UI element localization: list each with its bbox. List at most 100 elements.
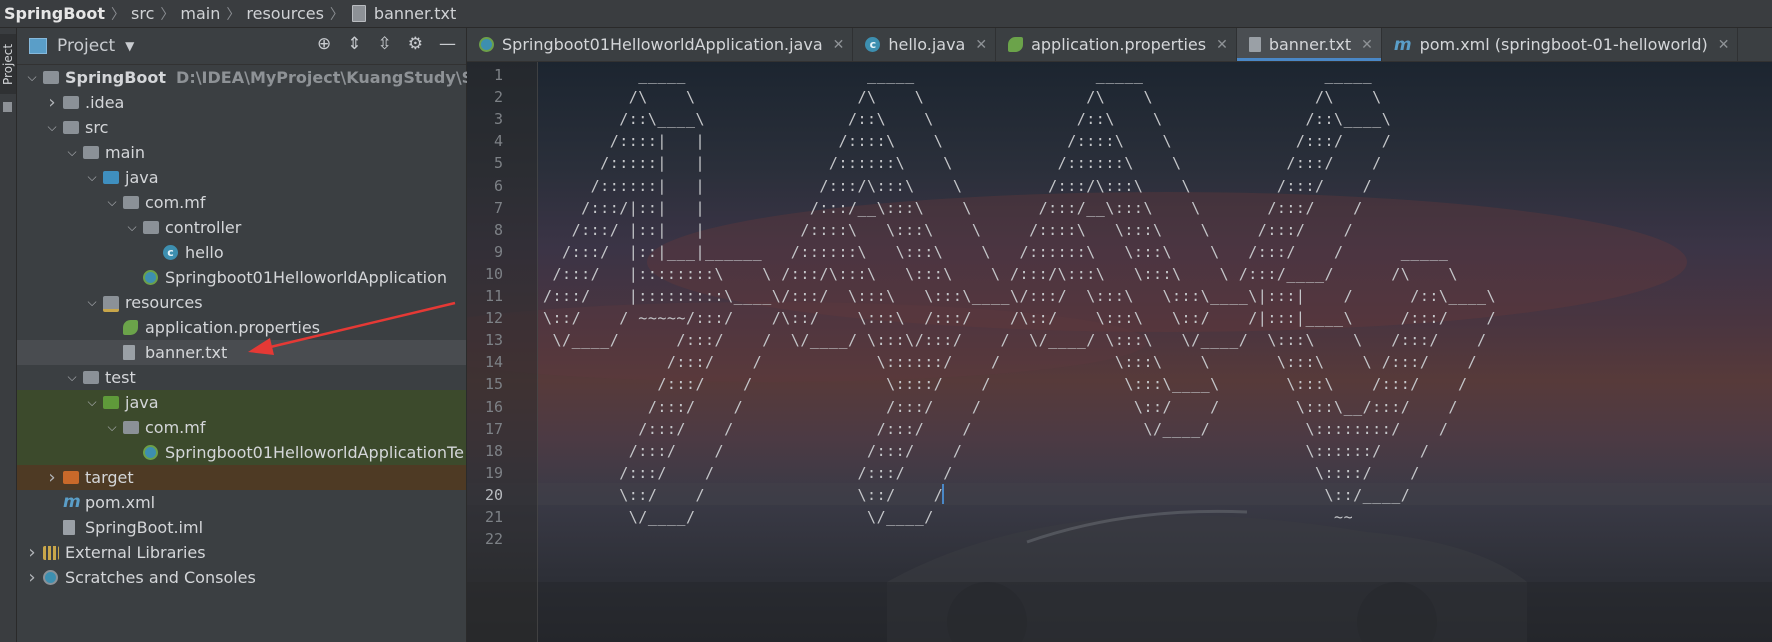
- close-tab-icon[interactable]: ✕: [1718, 37, 1730, 53]
- tree-item[interactable]: Springboot01HelloworldApplicationTe: [17, 440, 466, 465]
- tree-item[interactable]: › External Libraries: [17, 540, 466, 565]
- breadcrumb-file[interactable]: banner.txt: [370, 4, 460, 23]
- code-editor[interactable]: 1 2 3 4 5 6 7 8 9 10 11 12 13 14 15 16 17 18 19 20 21 22 ____…: [467, 62, 1772, 642]
- tree-item[interactable]: SpringBoot.iml: [17, 515, 466, 540]
- tree-item-text: SpringBoot: [65, 68, 167, 87]
- chevron-down-icon[interactable]: ⌵: [105, 415, 119, 440]
- text-file-icon: [1248, 37, 1261, 52]
- chevron-right-icon[interactable]: ›: [45, 90, 59, 115]
- breadcrumb-main[interactable]: main: [176, 4, 224, 23]
- breadcrumb-separator-icon: 〉: [160, 6, 175, 23]
- tree-item[interactable]: ⌵ resources: [17, 290, 466, 315]
- breadcrumb-src[interactable]: src: [127, 4, 158, 23]
- chevron-down-icon[interactable]: ⌵: [125, 215, 139, 240]
- close-tab-icon[interactable]: ✕: [975, 37, 987, 53]
- tree-item[interactable]: Springboot01HelloworldApplication: [17, 265, 466, 290]
- tree-item-text: java: [125, 393, 159, 412]
- tree-item-text: target: [85, 468, 134, 487]
- chevron-down-icon[interactable]: ⌵: [65, 140, 79, 165]
- editor-tab[interactable]: application.properties ✕: [996, 28, 1237, 61]
- test-folder-icon: [103, 396, 119, 409]
- chevron-down-icon[interactable]: ⌵: [65, 365, 79, 390]
- editor-tab-label: hello.java: [888, 35, 966, 54]
- folder-icon: [83, 146, 99, 159]
- tree-item[interactable]: application.properties: [17, 315, 466, 340]
- scratches-icon: [43, 570, 58, 585]
- tree-item-text: External Libraries: [65, 543, 206, 562]
- editor-tab[interactable]: Springboot01HelloworldApplication.java ✕: [467, 28, 854, 61]
- tree-item[interactable]: ⌵ SpringBoot D:\IDEA\MyProject\KuangStudy\…: [17, 65, 544, 90]
- tree-item[interactable]: › Scratches and Consoles: [17, 565, 466, 590]
- tree-item-text: com.mf: [145, 193, 206, 212]
- tree-item[interactable]: banner.txt: [17, 340, 466, 365]
- tree-item[interactable]: c hello: [17, 240, 466, 265]
- project-panel-title[interactable]: Project: [57, 36, 115, 56]
- text-file-icon: [351, 5, 366, 22]
- tree-item[interactable]: ⌵ controller: [17, 215, 466, 240]
- collapse-all-icon[interactable]: ⇳: [378, 34, 392, 54]
- tree-item-label: Springboot01HelloworldApplicationTe: [165, 440, 464, 465]
- line-number-gutter: 1 2 3 4 5 6 7 8 9 10 11 12 13 14 15 16 17 18 19 20 21 22: [467, 62, 538, 642]
- text-file-icon: [123, 345, 135, 360]
- maven-icon: m: [1393, 34, 1412, 55]
- code-line[interactable]: \/____/ \/____/ ~~: [543, 505, 1353, 530]
- package-icon: [123, 196, 139, 209]
- project-tool-tab[interactable]: Project: [0, 34, 16, 94]
- tree-item[interactable]: m pom.xml: [17, 490, 466, 515]
- tree-item-label: com.mf: [145, 190, 205, 215]
- breadcrumb-resources[interactable]: resources: [242, 4, 328, 23]
- tree-item-text: SpringBoot.iml: [85, 518, 204, 537]
- folder-icon: [63, 96, 79, 109]
- breadcrumb-separator-icon: 〉: [226, 6, 241, 23]
- close-tab-icon[interactable]: ✕: [1361, 37, 1373, 53]
- tree-item-label: External Libraries: [65, 540, 206, 565]
- chevron-right-icon[interactable]: ›: [45, 465, 59, 490]
- chevron-down-icon[interactable]: ⌵: [85, 290, 99, 315]
- close-tab-icon[interactable]: ✕: [1216, 37, 1228, 53]
- chevron-right-icon[interactable]: ›: [25, 540, 39, 565]
- editor-tab[interactable]: c hello.java ✕: [853, 28, 997, 61]
- tree-item-label: test: [105, 365, 136, 390]
- dropdown-caret-icon[interactable]: ▼: [125, 39, 134, 53]
- resources-folder-icon: [103, 296, 119, 312]
- tree-item-text: controller: [165, 218, 242, 237]
- chevron-right-icon[interactable]: ›: [25, 565, 39, 590]
- tree-item[interactable]: ⌵ test: [17, 365, 466, 390]
- tree-item-label: com.mf: [145, 415, 205, 440]
- tree-item[interactable]: ⌵ com.mf: [17, 190, 466, 215]
- chevron-down-icon[interactable]: ⌵: [45, 115, 59, 140]
- project-view-icon: [29, 38, 47, 54]
- tree-item[interactable]: › .idea: [17, 90, 466, 115]
- chevron-down-icon[interactable]: ⌵: [85, 390, 99, 415]
- editor-tab-label: pom.xml (springboot-01-helloworld): [1419, 35, 1708, 54]
- maven-icon: m: [63, 492, 81, 512]
- project-panel: Project ▼ ⊕ ⇕ ⇳ ⚙ — ⌵ SpringBoot D:\IDEA\M…: [17, 28, 544, 642]
- tree-item[interactable]: ⌵ src: [17, 115, 466, 140]
- chevron-down-icon[interactable]: ⌵: [105, 190, 119, 215]
- editor-tab[interactable]: banner.txt ✕: [1236, 28, 1382, 61]
- breadcrumb-project[interactable]: SpringBoot: [0, 4, 109, 23]
- tree-item[interactable]: ⌵ java: [17, 390, 466, 415]
- line-number: 22: [484, 530, 503, 549]
- chevron-down-icon[interactable]: ⌵: [25, 65, 39, 90]
- tree-item[interactable]: ⌵ main: [17, 140, 466, 165]
- tree-item-label: Scratches and Consoles: [65, 565, 256, 590]
- tree-item-label: controller: [165, 215, 241, 240]
- chevron-down-icon[interactable]: ⌵: [85, 165, 99, 190]
- gear-icon[interactable]: ⚙: [408, 34, 423, 54]
- breadcrumb-separator-icon: 〉: [329, 6, 344, 23]
- module-file-icon: [63, 520, 75, 535]
- expand-all-icon[interactable]: ⇕: [347, 34, 361, 54]
- tree-item-text: application.properties: [145, 318, 320, 337]
- tree-item-text: resources: [125, 293, 203, 312]
- tree-item[interactable]: ⌵ com.mf: [17, 415, 466, 440]
- editor-tab[interactable]: m pom.xml (springboot-01-helloworld) ✕: [1382, 28, 1739, 61]
- locate-icon[interactable]: ⊕: [317, 34, 331, 54]
- structure-icon[interactable]: [3, 102, 12, 112]
- tree-item-label: application.properties: [145, 315, 320, 340]
- tree-item-text: test: [105, 368, 136, 387]
- tree-item[interactable]: ⌵ java: [17, 165, 466, 190]
- close-tab-icon[interactable]: ✕: [833, 37, 845, 53]
- hide-panel-icon[interactable]: —: [439, 34, 456, 54]
- tree-item[interactable]: › target: [17, 465, 466, 490]
